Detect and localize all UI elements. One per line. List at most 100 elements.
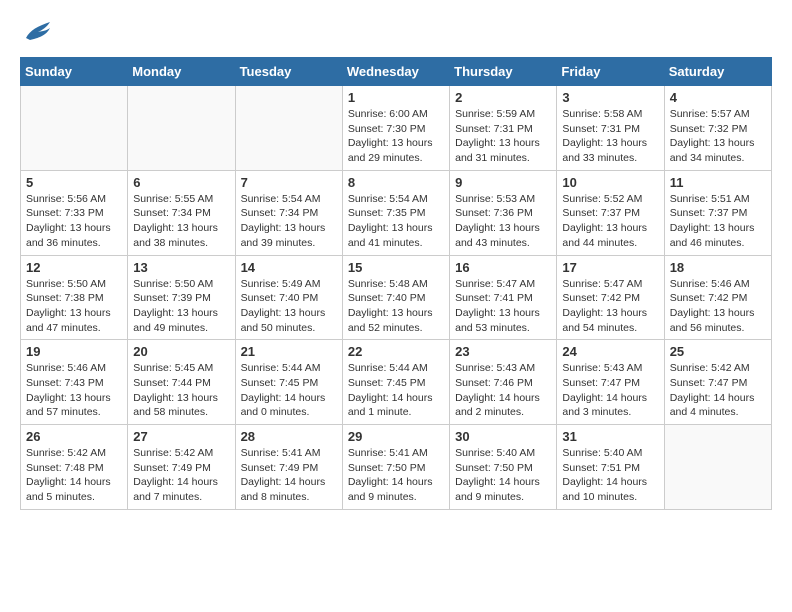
calendar-cell: 30 Sunrise: 5:40 AM Sunset: 7:50 PM Dayli…: [450, 425, 557, 510]
calendar-cell: 28 Sunrise: 5:41 AM Sunset: 7:49 PM Dayli…: [235, 425, 342, 510]
header-friday: Friday: [557, 58, 664, 86]
calendar-cell: 7 Sunrise: 5:54 AM Sunset: 7:34 PM Daylig…: [235, 170, 342, 255]
page-header: [20, 20, 772, 47]
day-number: 19: [26, 344, 122, 359]
cell-content: Sunrise: 5:45 AM Sunset: 7:44 PM Dayligh…: [133, 361, 229, 420]
day-number: 17: [562, 260, 658, 275]
day-number: 28: [241, 429, 337, 444]
day-number: 11: [670, 175, 766, 190]
cell-content: Sunrise: 5:57 AM Sunset: 7:32 PM Dayligh…: [670, 107, 766, 166]
calendar-week-row: 12 Sunrise: 5:50 AM Sunset: 7:38 PM Dayli…: [21, 255, 772, 340]
header-wednesday: Wednesday: [342, 58, 449, 86]
day-number: 5: [26, 175, 122, 190]
cell-content: Sunrise: 5:43 AM Sunset: 7:46 PM Dayligh…: [455, 361, 551, 420]
calendar-cell: 16 Sunrise: 5:47 AM Sunset: 7:41 PM Dayli…: [450, 255, 557, 340]
calendar-cell: 1 Sunrise: 6:00 AM Sunset: 7:30 PM Daylig…: [342, 86, 449, 171]
cell-content: Sunrise: 5:41 AM Sunset: 7:50 PM Dayligh…: [348, 446, 444, 505]
day-number: 29: [348, 429, 444, 444]
header-monday: Monday: [128, 58, 235, 86]
cell-content: Sunrise: 5:54 AM Sunset: 7:34 PM Dayligh…: [241, 192, 337, 251]
day-number: 6: [133, 175, 229, 190]
day-number: 31: [562, 429, 658, 444]
day-number: 14: [241, 260, 337, 275]
logo-bird-icon: [24, 20, 52, 47]
calendar-cell: 13Sunrise: 5:50 AM Sunset: 7:39 PM Dayli…: [128, 255, 235, 340]
cell-content: Sunrise: 5:54 AM Sunset: 7:35 PM Dayligh…: [348, 192, 444, 251]
calendar-cell: 22 Sunrise: 5:44 AM Sunset: 7:45 PM Dayli…: [342, 340, 449, 425]
day-number: 2: [455, 90, 551, 105]
day-number: 20: [133, 344, 229, 359]
calendar-cell: 11 Sunrise: 5:51 AM Sunset: 7:37 PM Dayli…: [664, 170, 771, 255]
cell-content: Sunrise: 5:46 AM Sunset: 7:42 PM Dayligh…: [670, 277, 766, 336]
calendar-cell: 25 Sunrise: 5:42 AM Sunset: 7:47 PM Dayli…: [664, 340, 771, 425]
cell-content: Sunrise: 5:44 AM Sunset: 7:45 PM Dayligh…: [348, 361, 444, 420]
day-number: 1: [348, 90, 444, 105]
cell-content: Sunrise: 5:47 AM Sunset: 7:42 PM Dayligh…: [562, 277, 658, 336]
calendar-cell: 4Sunrise: 5:57 AM Sunset: 7:32 PM Daylig…: [664, 86, 771, 171]
cell-content: Sunrise: 5:44 AM Sunset: 7:45 PM Dayligh…: [241, 361, 337, 420]
calendar-cell: 23 Sunrise: 5:43 AM Sunset: 7:46 PM Dayli…: [450, 340, 557, 425]
calendar-cell: 12 Sunrise: 5:50 AM Sunset: 7:38 PM Dayli…: [21, 255, 128, 340]
calendar-cell: 20 Sunrise: 5:45 AM Sunset: 7:44 PM Dayli…: [128, 340, 235, 425]
day-number: 26: [26, 429, 122, 444]
calendar-cell: 19 Sunrise: 5:46 AM Sunset: 7:43 PM Dayli…: [21, 340, 128, 425]
calendar-week-row: 5 Sunrise: 5:56 AM Sunset: 7:33 PM Daylig…: [21, 170, 772, 255]
day-number: 21: [241, 344, 337, 359]
calendar-cell: 31Sunrise: 5:40 AM Sunset: 7:51 PM Dayli…: [557, 425, 664, 510]
cell-content: Sunrise: 5:47 AM Sunset: 7:41 PM Dayligh…: [455, 277, 551, 336]
calendar-cell: 21 Sunrise: 5:44 AM Sunset: 7:45 PM Dayli…: [235, 340, 342, 425]
cell-content: Sunrise: 5:46 AM Sunset: 7:43 PM Dayligh…: [26, 361, 122, 420]
cell-content: Sunrise: 5:42 AM Sunset: 7:49 PM Dayligh…: [133, 446, 229, 505]
cell-content: Sunrise: 5:48 AM Sunset: 7:40 PM Dayligh…: [348, 277, 444, 336]
calendar-cell: 2Sunrise: 5:59 AM Sunset: 7:31 PM Daylig…: [450, 86, 557, 171]
day-number: 23: [455, 344, 551, 359]
day-number: 25: [670, 344, 766, 359]
calendar-cell: 27 Sunrise: 5:42 AM Sunset: 7:49 PM Dayli…: [128, 425, 235, 510]
cell-content: Sunrise: 5:42 AM Sunset: 7:48 PM Dayligh…: [26, 446, 122, 505]
calendar-cell: 10 Sunrise: 5:52 AM Sunset: 7:37 PM Dayli…: [557, 170, 664, 255]
day-number: 10: [562, 175, 658, 190]
cell-content: Sunrise: 5:58 AM Sunset: 7:31 PM Dayligh…: [562, 107, 658, 166]
cell-content: Sunrise: 5:50 AM Sunset: 7:39 PM Dayligh…: [133, 277, 229, 336]
day-number: 30: [455, 429, 551, 444]
cell-content: Sunrise: 5:43 AM Sunset: 7:47 PM Dayligh…: [562, 361, 658, 420]
cell-content: Sunrise: 5:42 AM Sunset: 7:47 PM Dayligh…: [670, 361, 766, 420]
day-number: 7: [241, 175, 337, 190]
cell-content: Sunrise: 6:00 AM Sunset: 7:30 PM Dayligh…: [348, 107, 444, 166]
calendar-week-row: 19 Sunrise: 5:46 AM Sunset: 7:43 PM Dayli…: [21, 340, 772, 425]
logo: [20, 20, 52, 47]
calendar-cell: 17 Sunrise: 5:47 AM Sunset: 7:42 PM Dayli…: [557, 255, 664, 340]
calendar-cell: 3Sunrise: 5:58 AM Sunset: 7:31 PM Daylig…: [557, 86, 664, 171]
day-number: 12: [26, 260, 122, 275]
cell-content: Sunrise: 5:51 AM Sunset: 7:37 PM Dayligh…: [670, 192, 766, 251]
day-number: 9: [455, 175, 551, 190]
day-number: 22: [348, 344, 444, 359]
header-tuesday: Tuesday: [235, 58, 342, 86]
cell-content: Sunrise: 5:53 AM Sunset: 7:36 PM Dayligh…: [455, 192, 551, 251]
calendar-cell: 8Sunrise: 5:54 AM Sunset: 7:35 PM Daylig…: [342, 170, 449, 255]
day-number: 15: [348, 260, 444, 275]
calendar-cell: 6 Sunrise: 5:55 AM Sunset: 7:34 PM Daylig…: [128, 170, 235, 255]
header-sunday: Sunday: [21, 58, 128, 86]
day-number: 18: [670, 260, 766, 275]
calendar-week-row: 1 Sunrise: 6:00 AM Sunset: 7:30 PM Daylig…: [21, 86, 772, 171]
cell-content: Sunrise: 5:52 AM Sunset: 7:37 PM Dayligh…: [562, 192, 658, 251]
calendar-cell: 18 Sunrise: 5:46 AM Sunset: 7:42 PM Dayli…: [664, 255, 771, 340]
calendar-table: SundayMondayTuesdayWednesdayThursdayFrid…: [20, 57, 772, 510]
day-number: 24: [562, 344, 658, 359]
calendar-week-row: 26 Sunrise: 5:42 AM Sunset: 7:48 PM Dayli…: [21, 425, 772, 510]
calendar-cell: 24 Sunrise: 5:43 AM Sunset: 7:47 PM Dayli…: [557, 340, 664, 425]
calendar-cell: 15 Sunrise: 5:48 AM Sunset: 7:40 PM Dayli…: [342, 255, 449, 340]
day-number: 16: [455, 260, 551, 275]
cell-content: Sunrise: 5:40 AM Sunset: 7:50 PM Dayligh…: [455, 446, 551, 505]
day-number: 27: [133, 429, 229, 444]
cell-content: Sunrise: 5:56 AM Sunset: 7:33 PM Dayligh…: [26, 192, 122, 251]
cell-content: Sunrise: 5:41 AM Sunset: 7:49 PM Dayligh…: [241, 446, 337, 505]
calendar-cell: 26 Sunrise: 5:42 AM Sunset: 7:48 PM Dayli…: [21, 425, 128, 510]
cell-content: Sunrise: 5:49 AM Sunset: 7:40 PM Dayligh…: [241, 277, 337, 336]
cell-content: Sunrise: 5:50 AM Sunset: 7:38 PM Dayligh…: [26, 277, 122, 336]
cell-content: Sunrise: 5:55 AM Sunset: 7:34 PM Dayligh…: [133, 192, 229, 251]
header-saturday: Saturday: [664, 58, 771, 86]
calendar-cell: 14 Sunrise: 5:49 AM Sunset: 7:40 PM Dayli…: [235, 255, 342, 340]
header-thursday: Thursday: [450, 58, 557, 86]
